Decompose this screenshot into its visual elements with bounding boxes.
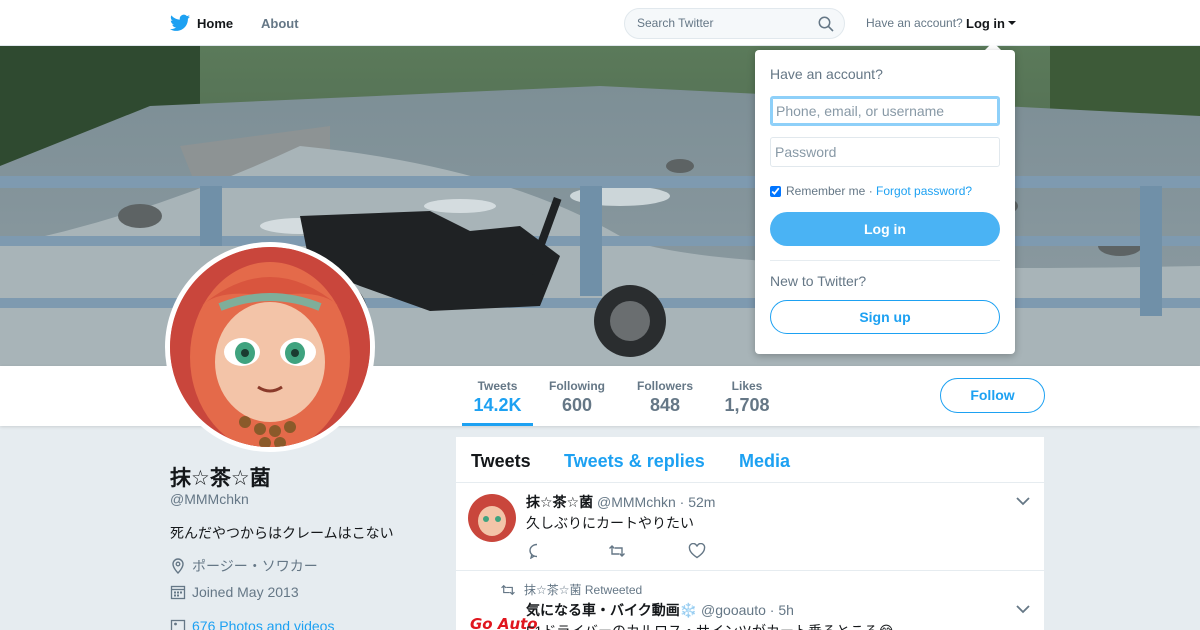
retweeted-by-text[interactable]: 抹☆茶☆菌 Retweeted [524,581,642,598]
tweet-author-handle[interactable]: @MMMchkn [597,494,676,510]
profile-joined: Joined May 2013 [170,584,299,600]
joined-text: Joined May 2013 [192,584,299,600]
remember-me-checkbox[interactable] [770,185,781,197]
nav-about-link[interactable]: About [261,0,299,46]
profile-avatar[interactable] [165,242,375,452]
stat-value: 600 [561,395,593,415]
profile-handle[interactable]: @MMMchkn [170,491,249,507]
retweet-icon[interactable] [608,543,626,559]
tweet-author-name[interactable]: 抹☆茶☆菌 [526,494,593,510]
tweet-item[interactable]: 抹☆茶☆菌 @MMMchkn · 52m 久しぶりにカートやりたい [456,483,1044,571]
dropdown-caret [985,42,1001,50]
profile-name: 抹☆茶☆菌 [170,467,271,490]
chevron-down-icon[interactable] [1016,496,1030,506]
password-field[interactable] [770,137,1000,167]
tweet-item[interactable]: 抹☆茶☆菌 Retweeted Go Auto 気になる車・バイク動画❄️ @g… [456,571,1044,630]
stat-value: 1,708 [724,395,770,415]
stat-label: Tweets [477,379,518,393]
stat-label: Following [549,379,605,393]
tweet-text: 久しぶりにカートやりたい [526,515,694,531]
signup-button[interactable]: Sign up [770,300,1000,334]
tweet-timestamp[interactable]: · 5h [770,602,794,618]
new-to-twitter-text: New to Twitter? [770,273,867,289]
forgot-password-link[interactable]: Forgot password? [876,184,972,198]
stat-followers[interactable]: Followers 848 [630,366,700,426]
have-account-text: Have an account? [866,16,963,30]
dropdown-title: Have an account? [770,66,883,82]
stat-label: Followers [636,379,693,393]
stat-likes[interactable]: Likes 1,708 [716,366,778,426]
profile-bio: 死んだやつからはクレームはこない [170,525,394,541]
location-text: ポージー・ソワカー [192,558,318,574]
stat-tweets[interactable]: Tweets 14.2K [462,366,533,426]
profile-location: ポージー・ソワカー [170,556,318,576]
tweet-author-name[interactable]: 気になる車・バイク動画❄️ [526,602,697,618]
calendar-icon [170,585,186,600]
login-dropdown-toggle[interactable]: Log in [966,0,1016,46]
photos-link[interactable]: 676 Photos and videos [192,618,334,630]
tweet-header: 気になる車・バイク動画❄️ @gooauto · 5h [526,600,794,620]
profile-photos[interactable]: 676 Photos and videos [170,618,334,630]
tweet-avatar-image [468,494,516,542]
login-dropdown: Have an account? Remember me · Forgot pa… [755,50,1015,354]
tweet-header: 抹☆茶☆菌 @MMMchkn · 52m [526,492,715,512]
like-heart-icon[interactable] [688,543,706,559]
tweet-text: F1ドライバーのカルロス・サインツがカート乗るところ😂 [526,621,894,630]
remember-me-label[interactable]: Remember me · [786,184,873,198]
nav-home-link[interactable]: Home [170,0,233,46]
chevron-down-icon[interactable] [1016,604,1030,614]
login-button[interactable]: Log in [770,212,1000,246]
stat-value: 14.2K [473,395,522,415]
search-icon[interactable] [818,16,834,32]
search-input[interactable]: Search Twitter [637,16,713,30]
username-field[interactable] [770,96,1000,126]
dropdown-divider [770,260,1000,261]
stat-following[interactable]: Following 600 [540,366,614,426]
search-box[interactable]: Search Twitter [624,8,845,39]
stat-label: Likes [731,379,763,393]
remember-row: Remember me · Forgot password? [770,184,972,198]
retweet-small-icon [501,584,515,595]
tweet-author-handle[interactable]: @gooauto [701,602,766,618]
tab-media[interactable]: Media [739,451,790,472]
tweet-timestamp[interactable]: · 52m [680,494,716,510]
avatar-illustration [170,247,370,447]
follow-button[interactable]: Follow [940,378,1045,413]
tab-tweets[interactable]: Tweets [471,451,531,472]
timeline-tabs: Tweets Tweets & replies Media [456,437,1044,483]
photo-icon [170,619,186,630]
login-link-label[interactable]: Log in [966,16,1005,31]
location-pin-icon [172,558,184,574]
tweet-avatar[interactable] [468,494,516,542]
retweet-indicator: 抹☆茶☆菌 Retweeted [500,581,642,598]
stat-value: 848 [649,395,681,415]
tweet-timeline: Tweets Tweets & replies Media 抹☆茶☆菌 @MMM… [456,437,1044,630]
caret-down-icon [1008,21,1016,25]
tab-tweets-replies[interactable]: Tweets & replies [564,451,705,472]
reply-icon[interactable] [528,543,546,559]
top-navigation-bar: Home About Search Twitter Have an accoun… [0,0,1200,46]
